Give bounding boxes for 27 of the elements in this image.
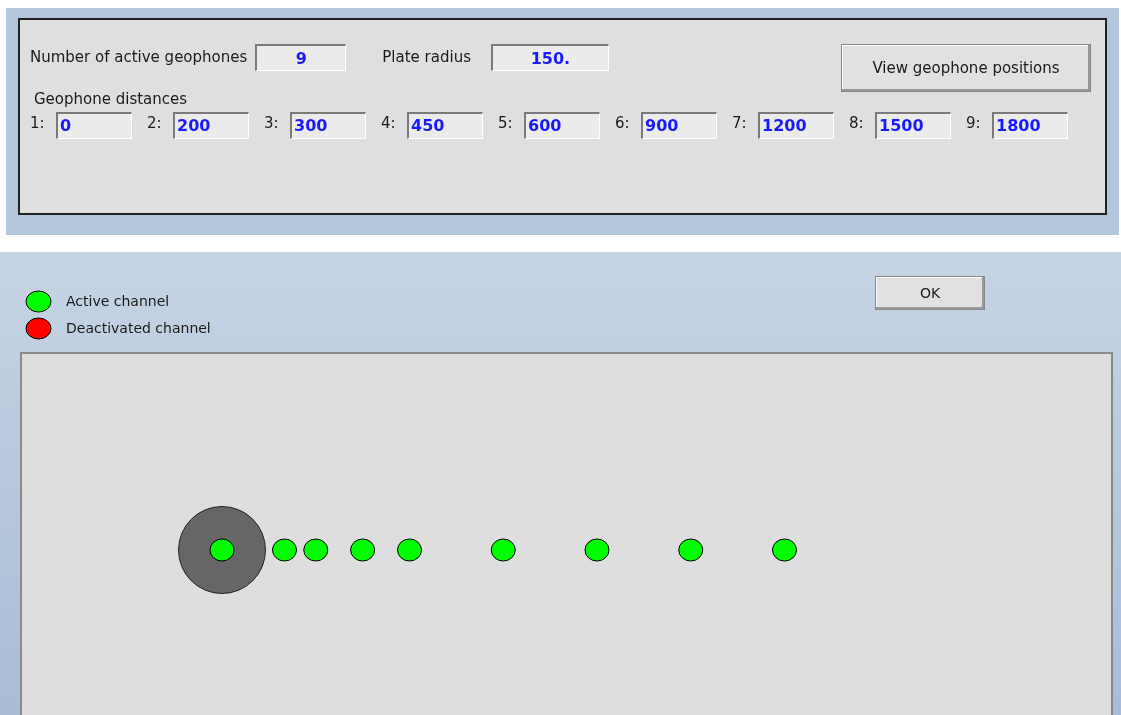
field-label: 4: bbox=[381, 112, 397, 134]
input-field[interactable]: 0 bbox=[56, 111, 132, 139]
section-label: Geophone distances bbox=[34, 89, 189, 110]
view-positions-button[interactable]: View geophone positions bbox=[841, 44, 1091, 92]
input-field[interactable]: 450 bbox=[407, 111, 483, 139]
legend-label: Active channel bbox=[66, 292, 170, 311]
input-field[interactable]: 200 bbox=[173, 111, 249, 139]
field-label: 9: bbox=[966, 112, 982, 134]
input-field[interactable]: 150. bbox=[490, 44, 609, 71]
field-label: Plate radius bbox=[382, 47, 471, 68]
field-label: 2: bbox=[147, 112, 163, 134]
field-label: 8: bbox=[849, 112, 865, 134]
input-field[interactable]: 300 bbox=[290, 111, 366, 139]
field-label: 7: bbox=[732, 112, 748, 134]
field-label: Number of active geophones bbox=[30, 47, 248, 68]
field-label: 5: bbox=[498, 112, 514, 134]
legend-label: Deactivated channel bbox=[66, 319, 211, 338]
field-label: 3: bbox=[264, 112, 280, 134]
input-field[interactable]: 1800 bbox=[992, 111, 1068, 139]
input-field[interactable]: 900 bbox=[641, 111, 717, 139]
input-field[interactable]: 9 bbox=[255, 44, 347, 71]
input-field[interactable]: 600 bbox=[524, 111, 600, 139]
field-label: 1: bbox=[30, 112, 46, 134]
input-field[interactable]: 1200 bbox=[758, 111, 834, 139]
field-label: 6: bbox=[615, 112, 631, 134]
ok-button[interactable]: OK bbox=[875, 276, 985, 310]
input-field[interactable]: 1500 bbox=[875, 111, 951, 139]
